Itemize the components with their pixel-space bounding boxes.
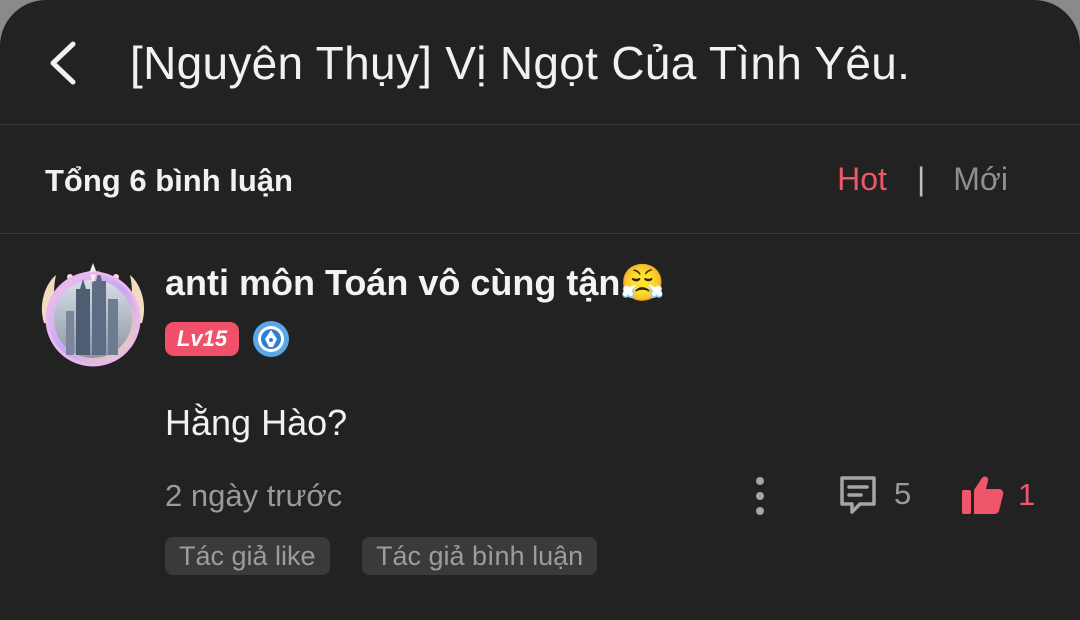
reply-count: 5 bbox=[894, 476, 912, 511]
sort-separator: | bbox=[916, 161, 926, 197]
comment-timestamp: 2 ngày trước bbox=[165, 478, 343, 513]
comment-text: Hằng Hào? bbox=[165, 402, 348, 443]
username[interactable]: anti môn Toán vô cùng tận😤 bbox=[165, 262, 665, 304]
avatar-image bbox=[41, 263, 145, 367]
level-badge: Lv15 bbox=[165, 322, 239, 356]
page-title: [Nguyên Thụy] Vị Ngọt Của Tình Yêu. bbox=[130, 37, 911, 89]
back-button[interactable] bbox=[40, 38, 84, 88]
comment-summary-bar: Tổng 6 bình luận Hot | Mới bbox=[0, 125, 1080, 234]
author-replied-tag: Tác giả bình luận bbox=[362, 537, 598, 575]
sort-hot-tab[interactable]: Hot bbox=[837, 161, 887, 198]
header: [Nguyên Thụy] Vị Ngọt Của Tình Yêu. bbox=[0, 0, 1080, 125]
comments-sheet: [Nguyên Thụy] Vị Ngọt Của Tình Yêu. Tổng… bbox=[0, 0, 1080, 620]
like-button[interactable]: 1 bbox=[960, 472, 1035, 518]
thumbs-up-icon bbox=[962, 476, 1004, 514]
total-comments-label: Tổng 6 bình luận bbox=[45, 163, 293, 198]
pen-nib-badge-icon bbox=[253, 321, 289, 357]
comment-icon bbox=[840, 476, 876, 514]
chevron-left-icon bbox=[50, 41, 76, 85]
reply-button[interactable]: 5 bbox=[836, 472, 911, 516]
sort-switcher: Hot | Mới bbox=[837, 161, 1008, 198]
more-vertical-icon bbox=[756, 477, 764, 515]
author-liked-tag: Tác giả like bbox=[165, 537, 330, 575]
like-count: 1 bbox=[1018, 477, 1036, 512]
avatar[interactable] bbox=[36, 259, 150, 373]
sort-new-tab[interactable]: Mới bbox=[953, 161, 1008, 198]
more-options-button[interactable] bbox=[745, 474, 775, 518]
